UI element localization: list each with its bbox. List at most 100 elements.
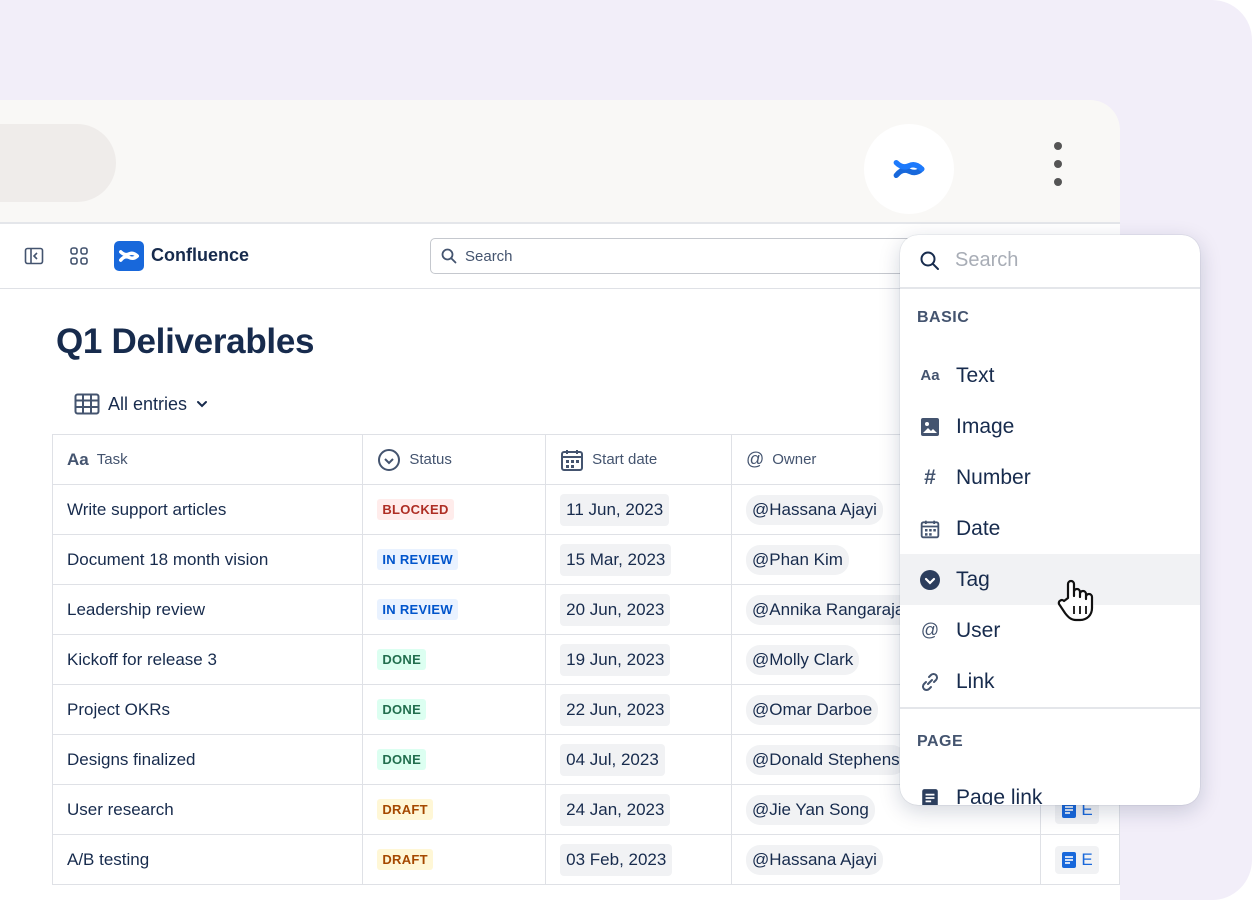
user-mention[interactable]: @Donald Stephens (745, 744, 906, 775)
confluence-logo[interactable] (114, 241, 144, 271)
menu-item-label: Tag (956, 567, 990, 591)
menu-item-label: Page link (956, 785, 1043, 806)
menu-item-page-link[interactable]: Page link (900, 772, 1200, 805)
date-cell[interactable]: 24 Jan, 2023 (545, 784, 732, 835)
confluence-logo-icon (119, 250, 139, 262)
menu-item-text[interactable]: Aa Text (900, 350, 1200, 401)
date-cell[interactable]: 19 Jun, 2023 (545, 634, 732, 685)
confluence-extension-button[interactable] (864, 124, 954, 214)
task-cell[interactable]: A/B testing (51, 834, 364, 885)
chevron-down-icon (197, 401, 208, 408)
text-type-icon: Aa (67, 449, 89, 469)
at-icon: @ (920, 620, 940, 640)
date-cell[interactable]: 11 Jun, 2023 (545, 484, 732, 535)
status-lozenge: DRAFT (377, 849, 433, 870)
product-name[interactable]: Confluence (151, 245, 249, 266)
owner-cell[interactable]: @Hassana Ajayi (730, 834, 1042, 885)
menu-item-label: Link (956, 669, 995, 693)
more-options-button[interactable] (1048, 142, 1068, 186)
menu-item-date[interactable]: Date (900, 503, 1200, 554)
task-cell[interactable]: Write support articles (51, 484, 364, 535)
date-chip: 15 Mar, 2023 (560, 543, 672, 576)
task-cell[interactable]: Project OKRs (51, 684, 364, 735)
sidebar-toggle-icon[interactable] (24, 246, 44, 271)
date-cell[interactable]: 22 Jun, 2023 (545, 684, 732, 735)
user-mention[interactable]: @Hassana Ajayi (745, 844, 883, 875)
kebab-dot (1054, 178, 1062, 186)
table-row[interactable]: A/B testing DRAFT 03 Feb, 2023 @Hassana … (51, 834, 1120, 885)
menu-item-tag[interactable]: Tag (900, 554, 1200, 605)
page-link-chip[interactable]: E (1055, 845, 1099, 874)
date-chip: 22 Jun, 2023 (560, 693, 671, 726)
text-type-icon: Aa (920, 367, 940, 384)
status-cell[interactable]: DONE (362, 734, 547, 785)
global-search-input[interactable]: Search (430, 238, 952, 274)
menu-item-image[interactable]: Image (900, 401, 1200, 452)
status-lozenge: IN REVIEW (377, 549, 458, 570)
task-cell[interactable]: Document 18 month vision (51, 534, 364, 585)
column-label: Status (409, 451, 452, 468)
status-cell[interactable]: IN REVIEW (362, 584, 547, 635)
status-cell[interactable]: DRAFT (362, 784, 547, 835)
page-icon (919, 787, 941, 805)
date-cell[interactable]: 20 Jun, 2023 (545, 584, 732, 635)
task-cell[interactable]: Designs finalized (51, 734, 364, 785)
user-mention[interactable]: @Hassana Ajayi (745, 494, 883, 525)
menu-item-label: Text (956, 363, 995, 387)
view-selector[interactable]: All entries (74, 392, 209, 416)
column-header-start-date[interactable]: Start date (545, 434, 732, 485)
status-cell[interactable]: IN REVIEW (362, 534, 547, 585)
menu-item-label: Number (956, 465, 1031, 489)
user-mention[interactable]: @Jie Yan Song (745, 794, 875, 825)
search-icon (920, 251, 939, 270)
field-type-menu: Search BASIC Aa Text Image # Number Date… (900, 235, 1200, 805)
menu-item-number[interactable]: # Number (900, 452, 1200, 503)
page-link-label: E (1081, 849, 1093, 869)
menu-item-label: Date (956, 516, 1001, 540)
search-icon (441, 248, 457, 264)
kebab-dot (1054, 142, 1062, 150)
page-cell[interactable]: E (1040, 834, 1120, 885)
column-label: Start date (592, 451, 658, 468)
user-mention[interactable]: @Molly Clark (745, 644, 860, 675)
page-icon (1062, 851, 1077, 868)
menu-item-label: User (956, 618, 1001, 642)
link-icon (919, 671, 941, 693)
menu-item-user[interactable]: @ User (900, 605, 1200, 656)
table-icon (74, 393, 100, 415)
date-cell[interactable]: 04 Jul, 2023 (545, 734, 732, 785)
column-label: Owner (772, 451, 817, 468)
task-cell[interactable]: Leadership review (51, 584, 364, 635)
confluence-logo-icon (893, 159, 925, 179)
status-lozenge: DONE (377, 649, 427, 670)
user-mention[interactable]: @Phan Kim (745, 544, 849, 575)
date-chip: 11 Jun, 2023 (560, 493, 670, 526)
hand-cursor-icon (1057, 579, 1094, 622)
status-icon (378, 448, 401, 471)
date-cell[interactable]: 15 Mar, 2023 (545, 534, 732, 585)
column-header-task[interactable]: Aa Task (51, 434, 364, 485)
task-cell[interactable]: Kickoff for release 3 (51, 634, 364, 685)
kebab-dot (1054, 160, 1062, 168)
status-cell[interactable]: DRAFT (362, 834, 547, 885)
status-cell[interactable]: DONE (362, 634, 547, 685)
image-icon (919, 416, 941, 438)
app-switcher-icon[interactable] (69, 246, 89, 271)
menu-item-link[interactable]: Link (900, 656, 1200, 707)
menu-search-input[interactable]: Search (900, 235, 1200, 289)
calendar-icon (561, 449, 584, 471)
column-header-status[interactable]: Status (362, 434, 547, 485)
date-cell[interactable]: 03 Feb, 2023 (545, 834, 732, 885)
address-bar[interactable] (0, 124, 116, 202)
date-chip: 24 Jan, 2023 (560, 793, 671, 826)
menu-search-placeholder: Search (955, 249, 1019, 271)
task-cell[interactable]: User research (51, 784, 364, 835)
user-mention[interactable]: @Annika Rangarajan (745, 594, 920, 625)
calendar-icon (919, 518, 941, 540)
status-cell[interactable]: BLOCKED (362, 484, 547, 535)
status-lozenge: IN REVIEW (377, 599, 458, 620)
status-lozenge: DRAFT (377, 799, 433, 820)
date-chip: 03 Feb, 2023 (560, 843, 673, 876)
user-mention[interactable]: @Omar Darboe (745, 694, 879, 725)
status-cell[interactable]: DONE (362, 684, 547, 735)
